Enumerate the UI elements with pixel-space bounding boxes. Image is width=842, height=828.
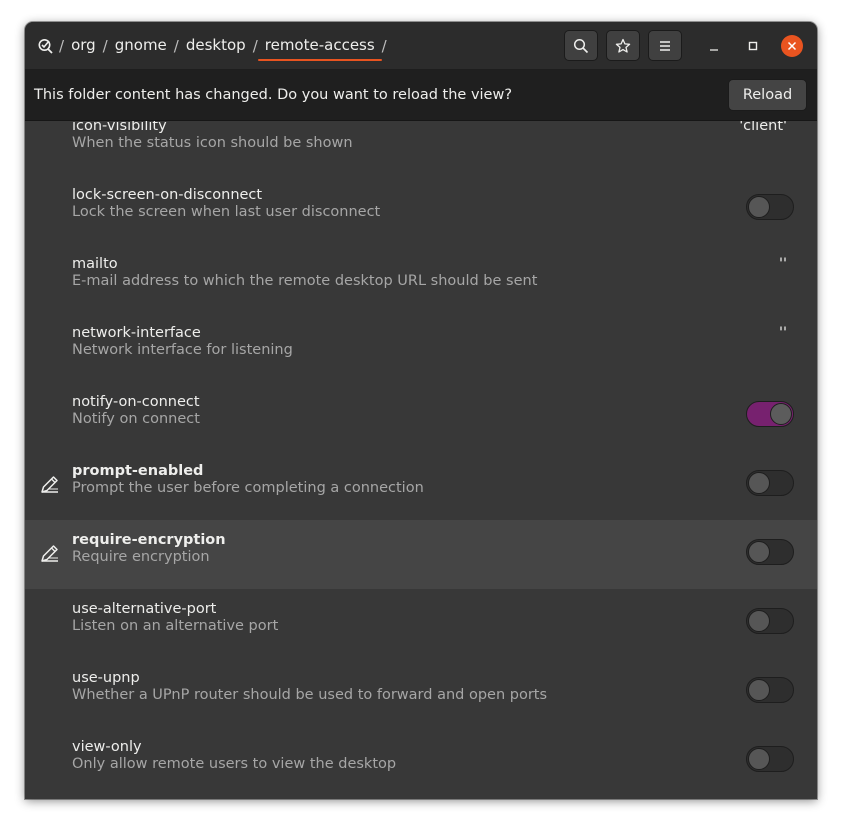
path-separator: / [381,36,387,55]
key-name: notify-on-connect [72,394,200,410]
modified-pencil-icon [41,545,58,562]
reload-button[interactable]: Reload [728,79,807,111]
key-row-view-only[interactable]: view-only Only allow remote users to vie… [25,727,817,796]
toggle-switch[interactable] [746,608,794,634]
switch-knob [748,679,770,701]
maximize-button[interactable] [742,35,764,57]
switch-knob [748,196,770,218]
key-value: 'client' [739,121,787,134]
switch-knob [748,610,770,632]
key-row-use-upnp[interactable]: use-upnp Whether a UPnP router should be… [25,658,817,727]
path-segment-desktop[interactable]: desktop [179,22,253,69]
key-row-network-interface[interactable]: network-interface Network interface for … [25,313,817,382]
key-name: mailto [72,256,118,272]
path-segment-remote-access[interactable]: remote-access [257,22,382,69]
key-description: Require encryption [72,549,210,565]
key-name: lock-screen-on-disconnect [72,187,263,203]
close-button[interactable] [781,35,803,57]
key-description: Lock the screen when last user disconnec… [72,204,381,220]
key-row-use-alternative-port[interactable]: use-alternative-port Listen on an altern… [25,589,817,658]
toggle-switch[interactable] [746,539,794,565]
main-menu-button[interactable] [648,30,682,61]
key-value: '' [779,325,787,341]
key-row-prompt-enabled[interactable]: prompt-enabled Prompt the user before co… [25,451,817,520]
key-row-lock-screen-on-disconnect[interactable]: lock-screen-on-disconnect Lock the scree… [25,175,817,244]
key-name: view-only [72,739,142,755]
toggle-switch[interactable] [746,746,794,772]
key-row-notify-on-connect[interactable]: notify-on-connect Notify on connect [25,382,817,451]
key-description: Listen on an alternative port [72,618,279,634]
toggle-switch[interactable] [746,401,794,427]
header-bar: / org / gnome / desktop / remote-access … [25,22,817,70]
key-name: network-interface [72,325,201,341]
bookmark-button[interactable] [606,30,640,61]
key-row-mailto[interactable]: mailto E-mail address to which the remot… [25,244,817,313]
infobar-message: This folder content has changed. Do you … [34,87,513,103]
minimize-icon [710,49,718,51]
toggle-switch[interactable] [746,194,794,220]
keys-list: icon-visibility When the status icon sho… [25,121,817,799]
close-icon [787,41,797,51]
key-description: Whether a UPnP router should be used to … [72,687,548,703]
key-description: Prompt the user before completing a conn… [72,480,424,496]
key-row-require-encryption[interactable]: require-encryption Require encryption [25,520,817,589]
toggle-switch[interactable] [746,677,794,703]
key-name: prompt-enabled [72,463,204,479]
switch-knob [748,541,770,563]
dconf-root-icon[interactable] [37,37,55,55]
minimize-button[interactable] [703,35,725,57]
switch-knob [748,472,770,494]
modified-pencil-icon [41,476,58,493]
key-description: When the status icon should be shown [72,135,353,151]
path-segment-gnome[interactable]: gnome [108,22,174,69]
search-button[interactable] [564,30,598,61]
search-icon [573,38,589,53]
switch-knob [748,748,770,770]
star-icon [615,38,631,53]
key-name: icon-visibility [72,121,167,134]
key-name: use-upnp [72,670,140,686]
toggle-switch[interactable] [746,470,794,496]
key-name: require-encryption [72,532,226,548]
key-description: Only allow remote users to view the desk… [72,756,397,772]
dconf-editor-window: / org / gnome / desktop / remote-access … [25,22,817,799]
path-segment-org[interactable]: org [64,22,103,69]
key-description: Notify on connect [72,411,200,427]
hamburger-menu-icon [660,40,670,51]
switch-knob [770,403,792,425]
maximize-icon [748,41,758,51]
key-description: E-mail address to which the remote deskt… [72,273,538,289]
reload-infobar: This folder content has changed. Do you … [25,70,817,121]
key-name: use-alternative-port [72,601,217,617]
key-row-icon-visibility[interactable]: icon-visibility When the status icon sho… [25,121,817,175]
breadcrumb: / org / gnome / desktop / remote-access … [37,22,387,69]
key-description: Network interface for listening [72,342,293,358]
key-value: '' [779,256,787,272]
